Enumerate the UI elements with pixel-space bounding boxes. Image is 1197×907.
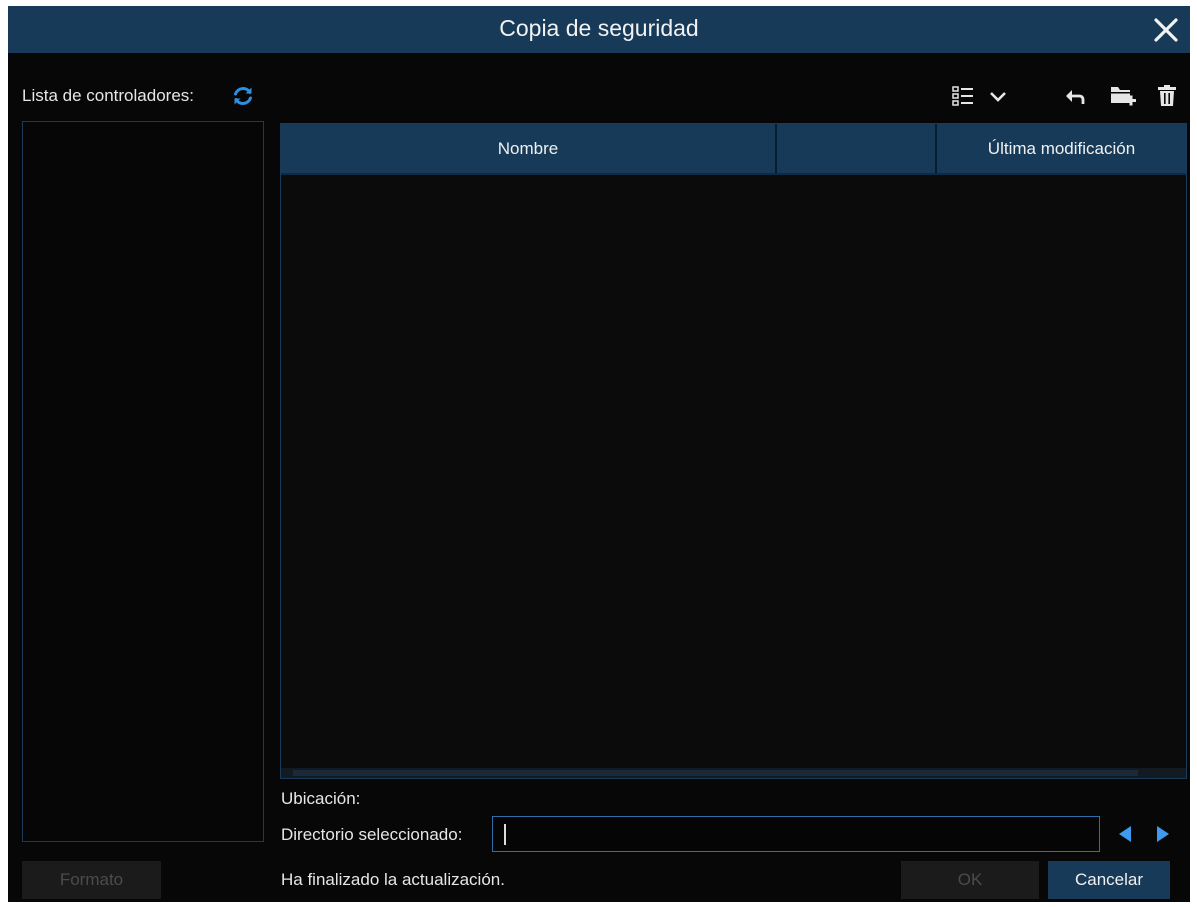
drivers-list[interactable] [22, 121, 264, 842]
horizontal-scrollbar[interactable] [281, 768, 1186, 778]
scrollbar-thumb[interactable] [293, 770, 1138, 776]
file-table[interactable]: Nombre Última modificación [280, 123, 1187, 779]
selected-directory-label: Directorio seleccionado: [281, 825, 463, 844]
close-icon[interactable] [1148, 12, 1184, 48]
table-header: Nombre Última modificación [281, 124, 1186, 175]
cancel-button[interactable]: Cancelar [1048, 861, 1170, 899]
list-view-icon[interactable] [951, 84, 975, 108]
ok-button[interactable]: OK [901, 861, 1039, 899]
column-header-name[interactable]: Nombre [281, 124, 775, 173]
format-button[interactable]: Formato [22, 861, 161, 899]
selected-directory-field[interactable] [492, 816, 1100, 852]
drivers-list-label: Lista de controladores: [22, 86, 194, 105]
previous-arrow-icon[interactable] [1110, 819, 1140, 849]
trash-icon[interactable] [1156, 84, 1178, 108]
location-label: Ubicación: [281, 789, 361, 808]
status-text: Ha finalizado la actualización. [281, 870, 505, 889]
refresh-icon[interactable] [231, 84, 255, 108]
next-arrow-icon[interactable] [1148, 819, 1178, 849]
column-header-modified[interactable]: Última modificación [937, 124, 1186, 173]
new-folder-icon[interactable] [1109, 83, 1137, 109]
chevron-down-icon[interactable] [988, 87, 1008, 107]
back-arrow-icon[interactable] [1063, 85, 1087, 109]
backup-dialog: Copia de seguridad Lista de controladore… [8, 6, 1190, 902]
text-caret [504, 824, 506, 845]
dialog-title: Copia de seguridad [499, 15, 699, 41]
title-bar: Copia de seguridad [8, 6, 1190, 53]
column-header-size[interactable] [777, 124, 935, 173]
